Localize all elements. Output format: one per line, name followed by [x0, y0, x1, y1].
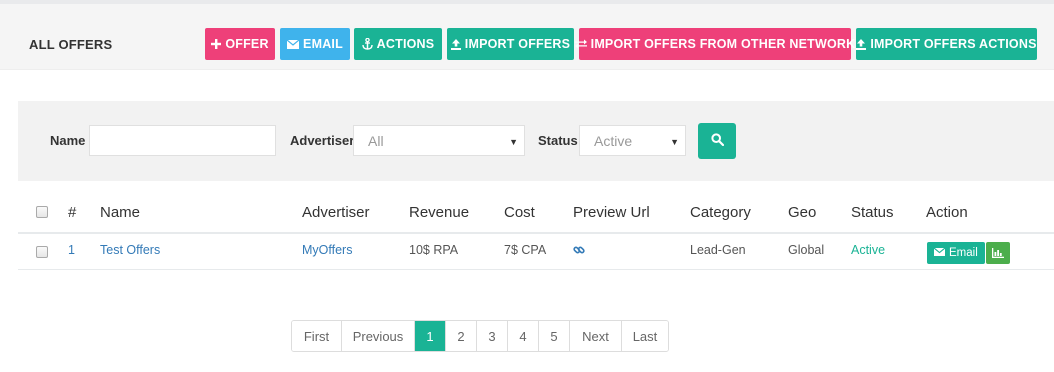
name-filter-input[interactable]	[89, 125, 276, 156]
row-stats-button[interactable]	[986, 242, 1010, 264]
email-label: EMAIL	[303, 37, 343, 51]
col-geo[interactable]: Geo	[788, 204, 816, 221]
row-email-label: Email	[949, 247, 978, 259]
page-last[interactable]: Last	[622, 321, 668, 351]
cost-value: 7$ CPA	[504, 243, 547, 257]
preview-link-icon[interactable]	[573, 244, 585, 259]
envelope-icon	[933, 247, 946, 259]
page-5[interactable]: 5	[539, 321, 570, 351]
import-other-network-label: IMPORT OFFERS FROM OTHER NETWORK	[590, 37, 856, 51]
advertiser-select-value: All	[368, 132, 384, 149]
pagination: First Previous 1 2 3 4 5 Next Last	[291, 320, 669, 352]
import-offers-button[interactable]: IMPORT OFFERS	[447, 28, 574, 60]
add-offer-button[interactable]: OFFER	[205, 28, 275, 60]
status-select[interactable]: Active ▼	[579, 125, 686, 156]
category-value: Lead-Gen	[690, 243, 746, 257]
row-checkbox[interactable]	[36, 246, 48, 258]
status-select-value: Active	[594, 132, 633, 149]
import-other-network-button[interactable]: IMPORT OFFERS FROM OTHER NETWORK	[574, 28, 855, 60]
table-row: 1 Test Offers MyOffers 10$ RPA 7$ CPA Le…	[18, 234, 1054, 270]
name-filter-label: Name	[50, 133, 86, 148]
advertiser-link[interactable]: MyOffers	[302, 243, 352, 257]
page-1[interactable]: 1	[415, 321, 446, 351]
status-value: Active	[851, 243, 886, 257]
revenue-value: 10$ RPA	[409, 243, 459, 257]
col-number: #	[68, 204, 77, 221]
offer-name-link[interactable]: Test Offers	[100, 243, 160, 257]
row-number[interactable]: 1	[68, 243, 75, 257]
status-filter-label: Status	[538, 133, 578, 148]
select-all-checkbox[interactable]	[36, 206, 48, 218]
col-status[interactable]: Status	[851, 204, 894, 221]
add-offer-label: OFFER	[225, 37, 269, 51]
page-header: ALL OFFERS OFFER EMAIL ACTIONS IMPORT OF…	[0, 4, 1054, 70]
filter-panel: Name Advertiser All ▼ Status Active ▼	[18, 101, 1054, 181]
caret-down-icon: ▼	[509, 137, 518, 147]
col-advertiser[interactable]: Advertiser	[302, 204, 370, 221]
import-offers-actions-button[interactable]: IMPORT OFFERS ACTIONS	[856, 28, 1037, 60]
caret-down-icon: ▼	[670, 137, 679, 147]
col-cost[interactable]: Cost	[504, 204, 535, 221]
anchor-icon	[361, 38, 373, 50]
page-title: ALL OFFERS	[29, 37, 113, 52]
page-next[interactable]: Next	[570, 321, 622, 351]
page-3[interactable]: 3	[477, 321, 508, 351]
upload-icon	[450, 38, 461, 50]
page-previous[interactable]: Previous	[342, 321, 415, 351]
email-button[interactable]: EMAIL	[280, 28, 350, 60]
row-email-button[interactable]: Email	[927, 242, 985, 264]
plus-icon	[211, 39, 222, 49]
page-2[interactable]: 2	[446, 321, 477, 351]
envelope-icon	[287, 39, 300, 49]
page-4[interactable]: 4	[508, 321, 539, 351]
table-header: # Name Advertiser Revenue Cost Preview U…	[18, 196, 1054, 234]
actions-button[interactable]: ACTIONS	[354, 28, 442, 60]
import-offers-actions-label: IMPORT OFFERS ACTIONS	[870, 37, 1037, 51]
col-name[interactable]: Name	[100, 204, 140, 221]
advertiser-select[interactable]: All ▼	[353, 125, 525, 156]
col-preview-url: Preview Url	[573, 204, 650, 221]
page-first[interactable]: First	[292, 321, 342, 351]
exchange-icon	[574, 39, 587, 49]
search-button[interactable]	[698, 123, 736, 159]
import-offers-label: IMPORT OFFERS	[464, 37, 571, 51]
geo-value: Global	[788, 243, 825, 257]
col-revenue[interactable]: Revenue	[409, 204, 469, 221]
actions-label: ACTIONS	[376, 37, 435, 51]
search-icon	[710, 133, 724, 149]
bar-chart-icon	[992, 246, 1004, 261]
col-category[interactable]: Category	[690, 204, 751, 221]
advertiser-filter-label: Advertiser	[290, 133, 355, 148]
col-action: Action	[926, 204, 968, 221]
upload-icon	[856, 38, 867, 50]
